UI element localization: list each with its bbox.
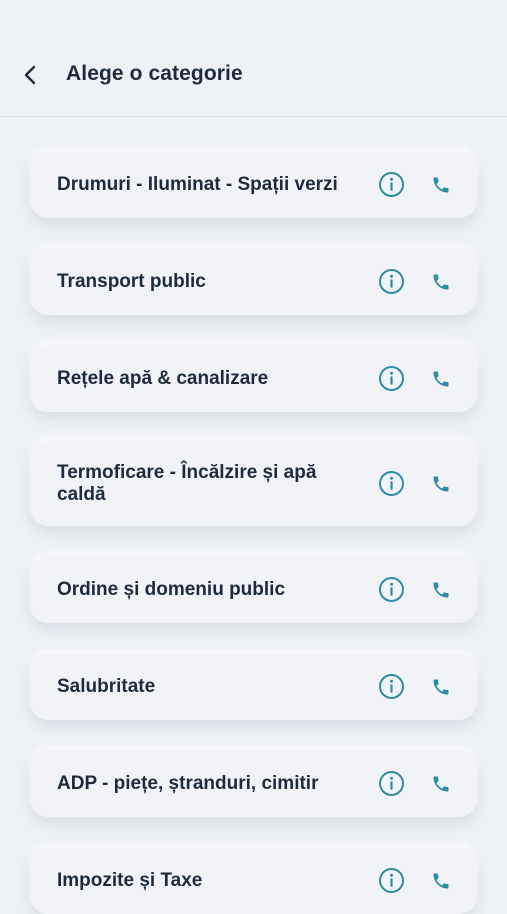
info-button[interactable] xyxy=(377,470,405,498)
info-button[interactable] xyxy=(377,268,405,296)
info-button[interactable] xyxy=(377,171,405,199)
category-label: Drumuri - Iluminat - Spații verzi xyxy=(57,173,338,195)
info-button[interactable] xyxy=(377,867,405,895)
phone-icon xyxy=(433,476,449,491)
header-bar: Alege o categorie xyxy=(0,0,507,117)
category-item-impozite[interactable]: Impozite și Taxe xyxy=(30,847,477,914)
info-icon xyxy=(378,771,404,796)
category-label: Termoficare - Încălzire și apă caldă xyxy=(57,461,317,505)
phone-icon xyxy=(433,776,449,791)
category-item-ordine-public[interactable]: Ordine și domeniu public xyxy=(30,556,477,623)
category-label: Ordine și domeniu public xyxy=(57,578,286,600)
back-button[interactable] xyxy=(14,58,48,92)
info-icon xyxy=(378,868,404,893)
call-button[interactable] xyxy=(429,173,453,197)
category-item-transport[interactable]: Transport public xyxy=(30,248,477,315)
call-button[interactable] xyxy=(429,869,453,893)
info-button[interactable] xyxy=(377,673,405,701)
phone-icon xyxy=(433,679,449,694)
category-label: ADP - piețe, ștranduri, cimitir xyxy=(57,772,319,794)
category-item-salubritate[interactable]: Salubritate xyxy=(30,653,477,720)
category-label: Salubritate xyxy=(57,675,156,697)
info-icon xyxy=(378,366,404,391)
info-button[interactable] xyxy=(377,770,405,798)
info-icon xyxy=(378,471,404,496)
phone-icon xyxy=(433,177,449,192)
info-button[interactable] xyxy=(377,576,405,604)
page-title: Alege o categorie xyxy=(66,62,243,85)
category-label: Transport public xyxy=(57,270,206,292)
info-icon xyxy=(378,577,404,602)
phone-icon xyxy=(433,274,449,289)
info-icon xyxy=(378,172,404,197)
chevron-left-icon xyxy=(24,65,36,85)
phone-icon xyxy=(433,873,449,888)
call-button[interactable] xyxy=(429,675,453,699)
category-item-drumuri[interactable]: Drumuri - Iluminat - Spații verzi xyxy=(30,151,477,218)
call-button[interactable] xyxy=(429,772,453,796)
category-item-termoficare[interactable]: Termoficare - Încălzire și apă caldă xyxy=(30,441,477,526)
category-label: Impozite și Taxe xyxy=(57,869,203,891)
info-button[interactable] xyxy=(377,365,405,393)
call-button[interactable] xyxy=(429,367,453,391)
call-button[interactable] xyxy=(429,270,453,294)
category-label: Rețele apă & canalizare xyxy=(57,367,269,389)
phone-icon xyxy=(433,582,449,597)
category-item-adp[interactable]: ADP - piețe, ștranduri, cimitir xyxy=(30,750,477,817)
call-button[interactable] xyxy=(429,472,453,496)
phone-icon xyxy=(433,371,449,386)
category-item-retele-apa[interactable]: Rețele apă & canalizare xyxy=(30,345,477,412)
info-icon xyxy=(378,674,404,699)
call-button[interactable] xyxy=(429,578,453,602)
info-icon xyxy=(378,269,404,294)
